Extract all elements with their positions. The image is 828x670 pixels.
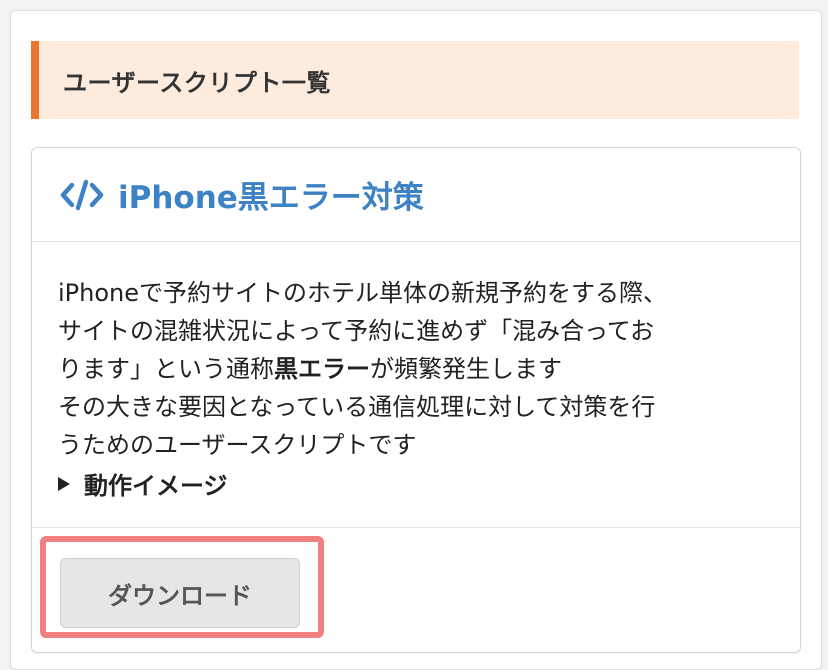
highlight-box — [40, 536, 324, 638]
description-line: その大きな要因となっている通信処理に対して対策を行 — [58, 393, 656, 421]
section-header: ユーザースクリプト一覧 — [31, 41, 799, 119]
card-header: iPhone黒エラー対策 — [32, 148, 800, 242]
details-toggle[interactable]: 動作イメージ — [58, 466, 776, 501]
code-icon — [60, 178, 104, 212]
description-bold-term: 黒エラー — [274, 355, 370, 383]
description-line: が頻繁発生します — [370, 355, 562, 383]
card-title: iPhone黒エラー対策 — [118, 180, 424, 216]
description-line: ります」という通称 — [58, 355, 274, 383]
card-footer: ダウンロード — [32, 528, 800, 652]
description-line: iPhoneで予約サイトのホテル単体の新規予約をする際、 — [58, 279, 668, 307]
disclosure-triangle-icon — [58, 476, 70, 491]
details-label: 動作イメージ — [84, 472, 228, 500]
description-line: うためのユーザースクリプトです — [58, 431, 417, 459]
script-card: iPhone黒エラー対策 iPhoneで予約サイトのホテル単体の新規予約をする際… — [31, 147, 801, 653]
user-script-panel: ユーザースクリプト一覧 iPhone黒エラー対策 iPhoneで予約サイトのホテ… — [10, 10, 822, 670]
description: iPhoneで予約サイトのホテル単体の新規予約をする際、 サイトの混雑状況によっ… — [58, 274, 776, 464]
section-title: ユーザースクリプト一覧 — [63, 68, 331, 97]
description-line: サイトの混雑状況によって予約に進めず「混み合ってお — [58, 317, 655, 345]
card-body: iPhoneで予約サイトのホテル単体の新規予約をする際、 サイトの混雑状況によっ… — [32, 242, 800, 528]
